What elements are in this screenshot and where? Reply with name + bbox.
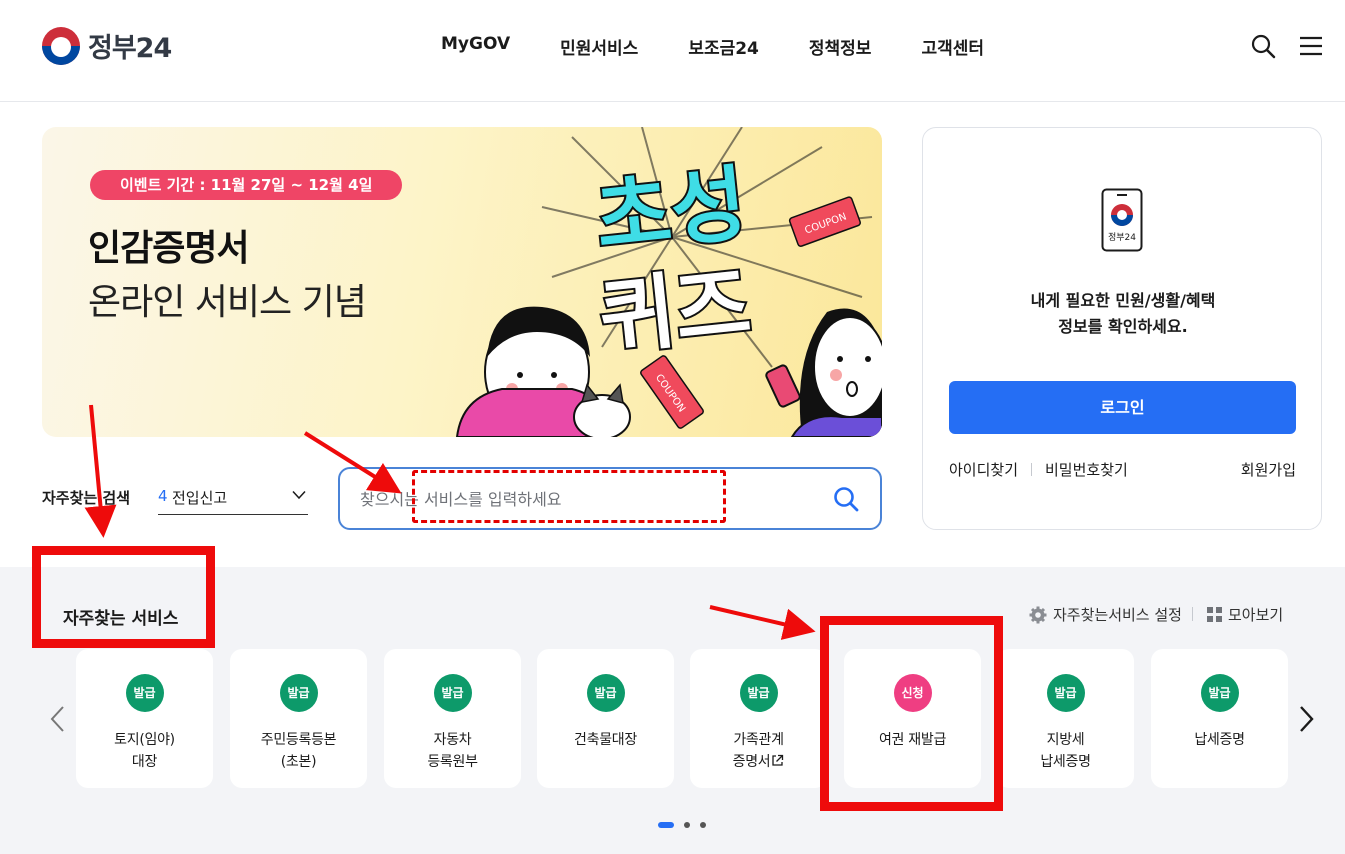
login-description-line2: 정보를 확인하세요. bbox=[1058, 316, 1188, 336]
quiz-title-bottom: 퀴즈 bbox=[595, 257, 755, 367]
app-label: 정부24 bbox=[1108, 232, 1136, 243]
issue-badge: 발급 bbox=[586, 674, 625, 712]
main-nav: MyGOV 민원서비스 보조금24 정책정보 고객센터 bbox=[416, 34, 1009, 59]
service-card-label: 여권 재발급 bbox=[844, 729, 981, 751]
issue-badge: 발급 bbox=[279, 674, 318, 712]
sign-up-link[interactable]: 회원가입 bbox=[1241, 459, 1296, 480]
service-label-line1: 건축물대장 bbox=[574, 732, 637, 748]
service-card-label: 가족관계 증명서 bbox=[690, 729, 827, 774]
service-card-land-register[interactable]: 발급 토지(임야) 대장 bbox=[76, 649, 213, 788]
page-dot-1[interactable] bbox=[658, 822, 674, 828]
issue-badge: 발급 bbox=[1200, 674, 1239, 712]
service-label-line2: 증명서 bbox=[690, 751, 827, 773]
service-card-building-register[interactable]: 발급 건축물대장 bbox=[537, 649, 674, 788]
nav-mygov[interactable]: MyGOV bbox=[441, 34, 510, 59]
frequent-search-rank: 4 bbox=[158, 487, 168, 505]
settings-label: 자주찾는서비스 설정 bbox=[1053, 606, 1182, 624]
quiz-illustration: 초성 퀴즈 COUPON COUPON bbox=[455, 127, 882, 437]
gear-icon bbox=[1029, 606, 1047, 623]
find-id-link[interactable]: 아이디찾기 bbox=[949, 459, 1018, 480]
service-label-line2: (초본) bbox=[280, 754, 317, 771]
service-label-line1: 토지(임야) bbox=[114, 732, 175, 748]
service-label-line1: 자동차 bbox=[433, 732, 472, 748]
service-card-family-certificate[interactable]: 발급 가족관계 증명서 bbox=[690, 649, 827, 788]
frequent-services-section: 자주찾는 서비스 자주찾는서비스 설정 모아보기 발급 토지(임야) 대장 발급… bbox=[0, 567, 1345, 854]
service-search-input[interactable] bbox=[360, 483, 820, 515]
frequent-services-settings[interactable]: 자주찾는서비스 설정 bbox=[1029, 604, 1182, 625]
frequent-search-term: 전입신고 bbox=[172, 489, 228, 507]
service-card-local-tax-certificate[interactable]: 발급 지방세 납세증명 bbox=[997, 649, 1134, 788]
service-label-line1: 납세증명 bbox=[1194, 732, 1245, 748]
issue-badge: 발급 bbox=[433, 674, 472, 712]
service-label-line1: 주민등록등본 bbox=[260, 732, 337, 748]
issue-badge: 발급 bbox=[1046, 674, 1085, 712]
external-link-icon bbox=[772, 755, 784, 767]
quiz-title-top: 초성 bbox=[591, 157, 751, 267]
settings-divider bbox=[1192, 607, 1193, 621]
login-card: 정부24 내게 필요한 민원/생활/혜택 정보를 확인하세요. 로그인 아이디찾… bbox=[922, 127, 1322, 530]
grid-icon bbox=[1207, 607, 1222, 622]
banner-subtitle: 온라인 서비스 기념 bbox=[88, 282, 367, 323]
service-card-label: 주민등록등본 (초본) bbox=[230, 729, 367, 774]
event-banner[interactable]: 이벤트 기간 : 11월 27일 ~ 12월 4일 인감증명서 온라인 서비스 … bbox=[42, 127, 882, 437]
login-description-line1: 내게 필요한 민원/생활/혜택 bbox=[1030, 291, 1216, 310]
chevron-down-icon bbox=[292, 490, 306, 500]
search-submit-icon[interactable] bbox=[832, 485, 860, 513]
view-all-label: 모아보기 bbox=[1228, 606, 1284, 624]
link-divider bbox=[1031, 463, 1032, 476]
frequent-services-title: 자주찾는 서비스 bbox=[63, 609, 179, 629]
event-period-badge: 이벤트 기간 : 11월 27일 ~ 12월 4일 bbox=[90, 170, 403, 200]
frequent-search-label: 자주찾는 검색 bbox=[42, 489, 131, 507]
find-password-link[interactable]: 비밀번호찾기 bbox=[1045, 459, 1128, 480]
banner-title: 인감증명서 bbox=[88, 228, 250, 269]
gov24-logo[interactable]: 정부24 bbox=[42, 26, 172, 65]
service-card-label: 지방세 납세증명 bbox=[997, 729, 1134, 774]
view-all-button[interactable]: 모아보기 bbox=[1207, 604, 1283, 625]
service-card-label: 자동차 등록원부 bbox=[384, 729, 521, 774]
carousel-pagination bbox=[658, 822, 716, 828]
service-card-label: 건축물대장 bbox=[537, 729, 674, 751]
service-card-label: 토지(임야) 대장 bbox=[76, 729, 213, 774]
issue-badge: 발급 bbox=[125, 674, 164, 712]
service-label-line2: 납세증명 bbox=[1040, 754, 1091, 771]
login-description: 내게 필요한 민원/생활/혜택 정보를 확인하세요. bbox=[923, 288, 1323, 339]
taegeuk-logo-icon bbox=[42, 26, 80, 65]
nav-customer-center[interactable]: 고객센터 bbox=[921, 34, 984, 59]
issue-badge: 발급 bbox=[739, 674, 778, 712]
nav-policy-info[interactable]: 정책정보 bbox=[809, 34, 872, 59]
apply-badge: 신청 bbox=[893, 674, 932, 712]
service-label-line2: 대장 bbox=[131, 754, 158, 771]
chevron-right-icon[interactable] bbox=[1296, 705, 1316, 733]
frequent-search-dropdown[interactable]: 4 전입신고 bbox=[158, 482, 308, 515]
service-card-resident-registration[interactable]: 발급 주민등록등본 (초본) bbox=[230, 649, 367, 788]
service-card-label: 납세증명 bbox=[1151, 729, 1288, 751]
login-button[interactable]: 로그인 bbox=[949, 381, 1296, 434]
service-card-passport-reissue[interactable]: 신청 여권 재발급 bbox=[844, 649, 981, 788]
service-label-line1: 가족관계 bbox=[733, 732, 784, 748]
chevron-left-icon[interactable] bbox=[48, 705, 68, 733]
nav-subsidy24[interactable]: 보조금24 bbox=[688, 34, 759, 59]
search-icon[interactable] bbox=[1250, 33, 1276, 59]
mobile-app-icon: 정부24 bbox=[1101, 188, 1143, 252]
page-dot-2[interactable] bbox=[684, 822, 690, 828]
logo-text: 정부24 bbox=[88, 33, 172, 64]
service-label-line2: 등록원부 bbox=[427, 754, 478, 771]
nav-civil-services[interactable]: 민원서비스 bbox=[560, 34, 638, 59]
page-dot-3[interactable] bbox=[700, 822, 706, 828]
service-label-line1: 지방세 bbox=[1046, 732, 1085, 748]
service-card-tax-certificate[interactable]: 발급 납세증명 bbox=[1151, 649, 1288, 788]
hamburger-menu-icon[interactable] bbox=[1298, 33, 1324, 59]
service-label-line2-text: 증명서 bbox=[732, 754, 771, 771]
service-card-vehicle-register[interactable]: 발급 자동차 등록원부 bbox=[384, 649, 521, 788]
site-header: 정부24 MyGOV 민원서비스 보조금24 정책정보 고객센터 bbox=[0, 0, 1345, 102]
search-box bbox=[338, 467, 882, 530]
service-label-line1: 여권 재발급 bbox=[878, 732, 947, 748]
